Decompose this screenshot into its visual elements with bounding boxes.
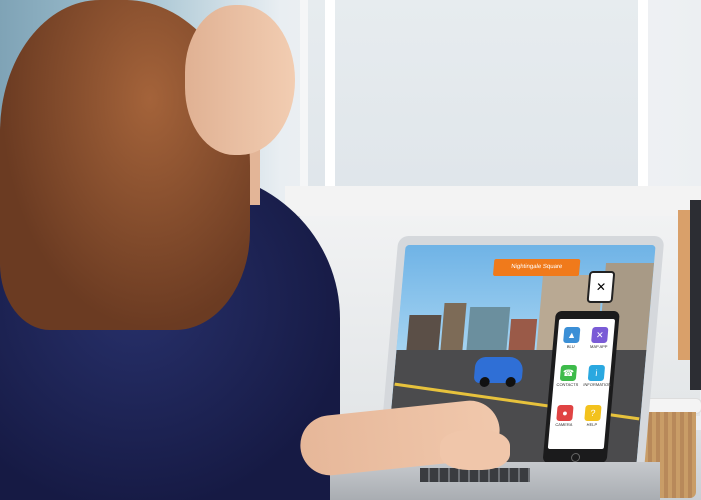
app-label: HELP bbox=[586, 422, 598, 427]
contacts-app-icon: ☎ bbox=[559, 365, 578, 381]
app-contacts[interactable]: ☎ CONTACTS bbox=[555, 365, 581, 387]
home-button[interactable] bbox=[570, 453, 581, 462]
person-face bbox=[185, 5, 295, 155]
app-label: CAMERA bbox=[555, 422, 573, 427]
app-blu[interactable]: ▲ BLU bbox=[559, 327, 585, 349]
app-camera[interactable]: ● CAMERA bbox=[552, 405, 578, 427]
blue-app-icon: ▲ bbox=[563, 327, 581, 343]
app-label: CONTACTS bbox=[556, 382, 579, 387]
photo-scene: Nightingale Square ✕ ▲ BLU ✕ MAP APP ☎ C… bbox=[0, 0, 701, 500]
blue-car bbox=[473, 357, 524, 387]
building bbox=[466, 307, 511, 355]
app-help[interactable]: ? HELP bbox=[580, 405, 606, 427]
keyboard bbox=[420, 468, 530, 482]
no-phone-icon: ✕ bbox=[586, 271, 616, 303]
person-hand bbox=[440, 430, 510, 470]
binder-dark bbox=[690, 200, 701, 390]
shelf bbox=[285, 186, 701, 219]
location-banner: Nightingale Square bbox=[492, 259, 581, 276]
app-information[interactable]: i INFORMATION bbox=[583, 365, 612, 387]
help-app-icon: ? bbox=[584, 405, 602, 421]
app-map[interactable]: ✕ MAP APP bbox=[587, 327, 613, 349]
window bbox=[300, 0, 648, 210]
building bbox=[406, 315, 442, 355]
info-app-icon: i bbox=[587, 365, 606, 381]
phone-screen: ▲ BLU ✕ MAP APP ☎ CONTACTS i INFORMATION… bbox=[547, 319, 616, 449]
map-app-icon: ✕ bbox=[591, 327, 609, 343]
app-label: BLU bbox=[566, 344, 575, 349]
app-label: INFORMATION bbox=[583, 382, 612, 387]
building bbox=[440, 303, 467, 355]
app-label: MAP APP bbox=[589, 344, 608, 349]
binder bbox=[678, 210, 690, 360]
camera-app-icon: ● bbox=[556, 405, 574, 421]
game-phone[interactable]: ▲ BLU ✕ MAP APP ☎ CONTACTS i INFORMATION… bbox=[542, 311, 620, 463]
window-frame bbox=[325, 0, 335, 210]
